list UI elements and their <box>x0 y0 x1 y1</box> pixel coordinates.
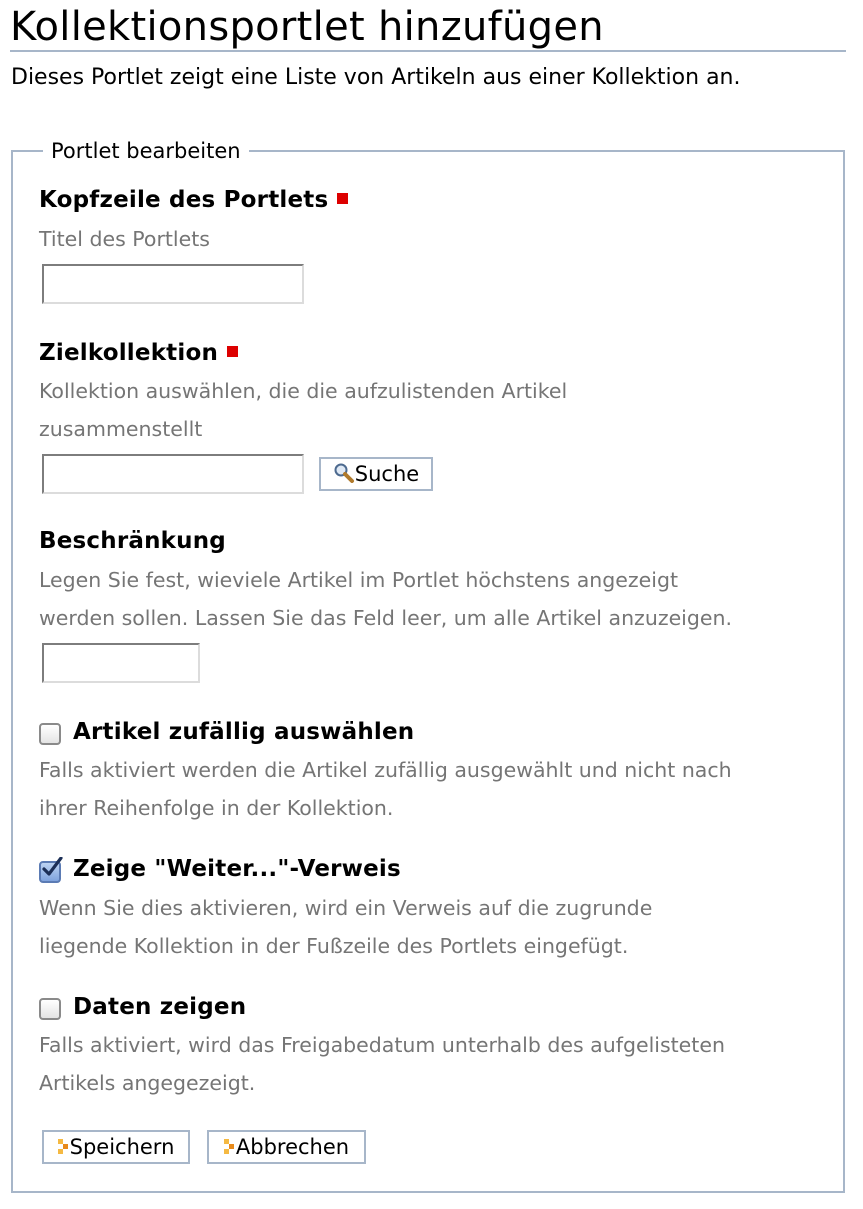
header-field-label: Kopfzeile des Portlets <box>39 187 329 213</box>
random-help-line1: Falls aktiviert werden die Artikel zufäl… <box>39 758 732 782</box>
target-collection-help-line2: zusammenstellt <box>39 417 203 441</box>
arrow-bullet-icon <box>57 1134 70 1164</box>
show-dates-help-line2: Artikels angegezeigt. <box>39 1071 256 1095</box>
show-more-label[interactable]: Zeige "Weiter..."-Verweis <box>73 854 401 884</box>
fieldset-legend: Portlet bearbeiten <box>43 138 249 164</box>
limit-help-line2: werden sollen. Lassen Sie das Feld leer,… <box>39 606 733 630</box>
required-marker <box>337 193 349 204</box>
save-button[interactable]: Speichern <box>42 1130 190 1164</box>
random-help-line2: ihrer Reihenfolge in der Kollektion. <box>39 796 394 820</box>
page-title: Kollektionsportlet hinzufügen <box>10 2 846 52</box>
header-input[interactable] <box>42 264 304 304</box>
header-field-help: Titel des Portlets <box>39 227 210 251</box>
save-button-label: Speichern <box>69 1135 175 1159</box>
show-dates-checkbox[interactable] <box>39 998 61 1020</box>
cancel-button[interactable]: Abbrechen <box>207 1130 366 1164</box>
random-label[interactable]: Artikel zufällig auswählen <box>73 717 414 747</box>
show-more-help-line1: Wenn Sie dies aktivieren, wird ein Verwe… <box>39 896 653 920</box>
show-more-help-line2: liegende Kollektion in der Fußzeile des … <box>39 934 629 958</box>
checkmark-icon <box>42 857 63 876</box>
arrow-bullet-icon <box>223 1134 236 1164</box>
show-dates-label[interactable]: Daten zeigen <box>73 992 246 1022</box>
show-more-checkbox[interactable] <box>39 857 63 883</box>
target-collection-label: Zielkollektion <box>39 340 219 366</box>
target-collection-input[interactable] <box>42 454 304 494</box>
search-icon <box>333 461 355 491</box>
random-checkbox[interactable] <box>39 723 61 745</box>
page-description: Dieses Portlet zeigt eine Liste von Arti… <box>11 65 741 90</box>
header-field-label-row: Kopfzeile des Portlets <box>39 185 349 215</box>
limit-label: Beschränkung <box>39 528 226 554</box>
limit-input[interactable] <box>42 643 200 683</box>
cancel-button-label: Abbrechen <box>235 1135 350 1159</box>
target-collection-help-line1: Kollektion auswählen, die die aufzuliste… <box>39 379 568 403</box>
edit-portlet-fieldset: Portlet bearbeiten Kopfzeile des Portlet… <box>11 138 845 1193</box>
search-button-label: Suche <box>354 462 420 486</box>
limit-help-line1: Legen Sie fest, wieviele Artikel im Port… <box>39 568 679 592</box>
search-button[interactable]: Suche <box>319 457 433 491</box>
show-dates-help-line1: Falls aktiviert, wird das Freigabedatum … <box>39 1033 725 1057</box>
required-marker <box>227 346 239 357</box>
target-collection-label-row: Zielkollektion <box>39 338 239 368</box>
